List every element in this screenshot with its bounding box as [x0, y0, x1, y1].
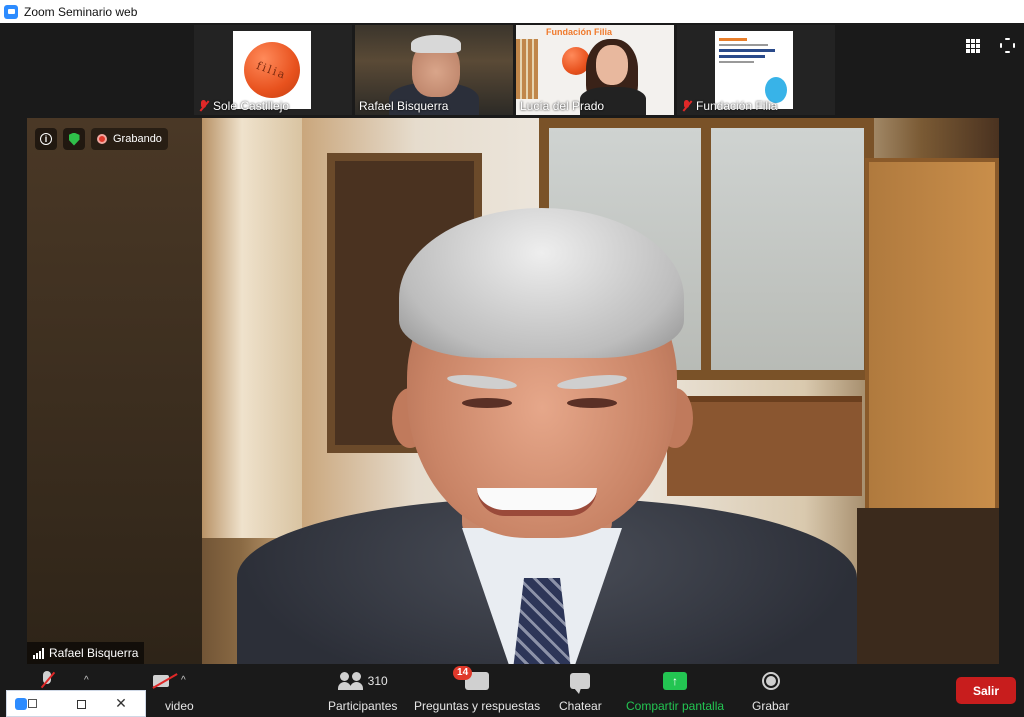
seminar-poster-image	[715, 31, 793, 109]
background-brand-text: Fundación Filia	[546, 27, 613, 37]
info-icon: i	[40, 133, 52, 145]
speaker-name-tag: Rafael Bisquerra	[27, 642, 145, 664]
meeting-info-button[interactable]: i	[35, 128, 57, 150]
participant-name: Lucía del Prado	[520, 99, 605, 113]
mic-muted-icon	[198, 100, 209, 112]
qa-icon: 14	[453, 666, 490, 690]
close-window-button[interactable]: ✕	[101, 695, 141, 712]
thumbnail-fundacion-filia[interactable]: Fundación Filia	[677, 25, 835, 115]
title-bar: Zoom Seminario web	[0, 0, 1024, 23]
maximize-icon	[76, 699, 86, 709]
signal-strength-icon	[33, 647, 44, 659]
chat-icon	[570, 673, 591, 694]
leave-button[interactable]: Salir	[956, 677, 1016, 704]
participant-name: Sole Castillejo	[213, 99, 290, 113]
participant-name: Fundación Filia	[696, 99, 778, 113]
meeting-toolbar: ^ video ^ 310 Participantes 14 Preguntas…	[0, 665, 1024, 717]
fullscreen-icon[interactable]	[1000, 38, 1015, 53]
thumbnail-rafael-bisquerra[interactable]: Rafael Bisquerra	[355, 25, 513, 115]
recording-label: Grabando	[113, 133, 162, 145]
qa-count-badge: 14	[453, 666, 473, 680]
audio-options-caret[interactable]: ^	[84, 675, 89, 686]
participant-name: Rafael Bisquerra	[359, 99, 449, 113]
active-speaker-video: i Grabando Rafael Bisquerra	[27, 118, 999, 664]
share-screen-icon: ↑	[663, 672, 688, 690]
mini-window-controls: ✕	[6, 690, 146, 717]
thumbnail-sole-castillejo[interactable]: filia Sole Castillejo	[194, 25, 352, 115]
mic-muted-icon	[40, 671, 54, 691]
video-options-caret[interactable]: ^	[181, 675, 186, 686]
filia-logo-image: filia	[233, 31, 311, 109]
share-screen-button[interactable]: ↑ Compartir pantalla	[626, 669, 724, 713]
meeting-stage: filia Sole Castillejo Rafael Bisquerra F…	[0, 23, 1024, 665]
zoom-app-icon	[4, 4, 18, 19]
record-icon	[761, 672, 780, 690]
grid-view-icon[interactable]	[966, 39, 980, 53]
chat-button[interactable]: Chatear	[559, 669, 602, 713]
record-label: Grabar	[752, 699, 790, 713]
qa-label: Preguntas y respuestas	[414, 699, 541, 713]
shield-icon	[68, 132, 80, 146]
record-dot-icon	[97, 134, 107, 144]
encryption-shield-button[interactable]	[63, 128, 85, 150]
qa-button[interactable]: 14 Preguntas y respuestas	[414, 666, 541, 713]
speaker-name: Rafael Bisquerra	[49, 646, 139, 660]
video-label: video	[165, 699, 194, 713]
participants-count: 310	[367, 674, 388, 688]
restore-window-button[interactable]	[61, 696, 101, 712]
zoom-mini-icon[interactable]	[15, 697, 37, 711]
record-button[interactable]: Grabar	[752, 669, 789, 713]
participants-icon	[337, 672, 364, 690]
speaker-person	[237, 198, 857, 664]
thumbnail-strip: filia Sole Castillejo Rafael Bisquerra F…	[194, 25, 835, 115]
thumbnail-lucia-del-prado[interactable]: Fundación Filia Lucía del Prado	[516, 25, 674, 115]
participants-label: Participantes	[328, 699, 398, 713]
video-off-icon	[153, 673, 177, 689]
chat-label: Chatear	[559, 699, 602, 713]
share-label: Compartir pantalla	[626, 699, 725, 713]
mic-muted-icon	[681, 100, 692, 112]
participants-button[interactable]: 310 Participantes	[328, 669, 397, 713]
recording-indicator[interactable]: Grabando	[91, 128, 168, 150]
window-title: Zoom Seminario web	[24, 4, 138, 19]
